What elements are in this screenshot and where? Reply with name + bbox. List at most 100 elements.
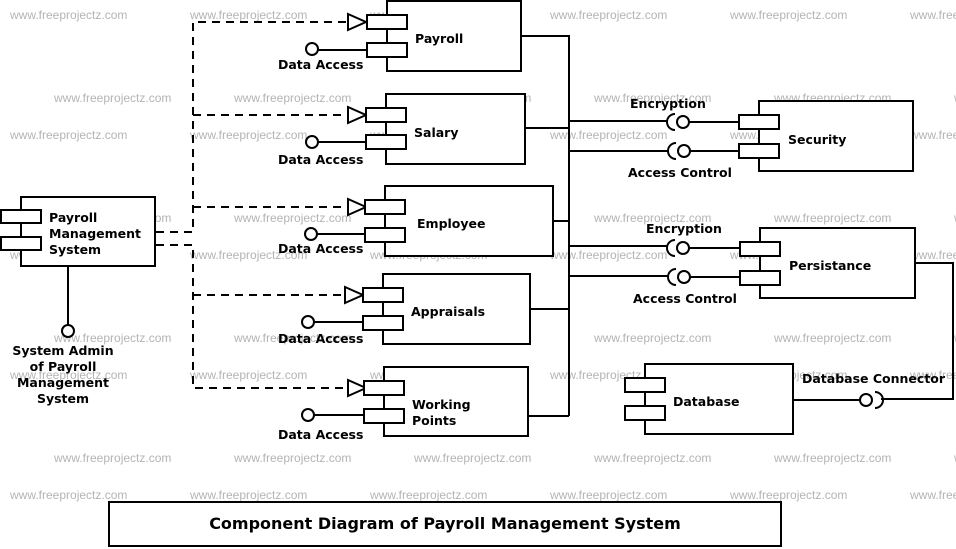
interface-label-access-control: Access Control <box>633 291 737 306</box>
watermark-text: www.freeprojectz.com <box>773 211 891 225</box>
component-port <box>739 241 781 257</box>
watermark-text: www.freeprojectz.com <box>593 451 711 465</box>
provided-interface-icon <box>301 408 315 422</box>
component-port <box>364 227 406 243</box>
watermark-text: www.freeprojectz.com <box>189 8 307 22</box>
interface-label-access-control: Access Control <box>628 165 732 180</box>
watermark-text: www.freeprojectz.com <box>9 128 127 142</box>
component-port <box>738 143 780 159</box>
component-label: Persistance <box>789 258 871 273</box>
component-port <box>624 405 666 421</box>
watermark-text: www.freeprojectz.com <box>729 488 847 502</box>
watermark-text: www.freeprojectz.com <box>189 368 307 382</box>
watermark-text: www.freeprojectz.com <box>549 248 667 262</box>
realization-arrow-icon <box>344 285 366 305</box>
watermark-text: www.freeprojectz.com <box>909 128 956 142</box>
watermark-text: www.freeprojectz.com <box>593 331 711 345</box>
component-label: Security <box>788 132 846 147</box>
watermark-text: www.freeprojectz.com <box>9 488 127 502</box>
component-port <box>363 380 405 396</box>
provided-interface-icon <box>301 315 315 329</box>
component-label: Salary <box>414 125 458 140</box>
required-interface-icon <box>666 113 676 131</box>
component-label: Payroll <box>415 31 463 46</box>
component-port <box>362 287 404 303</box>
interface-label-data-access: Data Access <box>278 152 363 167</box>
provided-interface-icon <box>61 324 75 338</box>
component-label: Points <box>412 413 456 428</box>
interface-label-database-connector: Database Connector <box>802 371 946 386</box>
watermark-text: www.freeprojectz.com <box>773 331 891 345</box>
component-label: Working <box>412 397 471 412</box>
watermark-text: www.freeprojectz.com <box>9 8 127 22</box>
component-employee[interactable]: Employee <box>364 185 554 257</box>
component-port <box>624 377 666 393</box>
component-port <box>362 315 404 331</box>
diagram-title: Component Diagram of Payroll Management … <box>209 514 681 533</box>
required-interface-icon <box>667 142 677 160</box>
component-port <box>738 114 780 130</box>
component-port <box>366 42 408 58</box>
watermark-text: www.freeprojectz.com <box>909 8 956 22</box>
watermark-text: www.freeprojectz.com <box>549 488 667 502</box>
component-appraisals[interactable]: Appraisals <box>362 273 531 345</box>
component-payroll-management-system[interactable]: Payroll Management System <box>0 196 156 267</box>
component-working-points[interactable]: Working Points <box>363 366 529 437</box>
interface-label-data-access: Data Access <box>278 57 363 72</box>
component-label: Employee <box>417 216 486 231</box>
svg-text:System: System <box>37 391 89 406</box>
component-port <box>365 107 407 123</box>
svg-text:System Admin: System Admin <box>12 343 113 358</box>
interface-label-system-admin: System Admin of Payroll Management Syste… <box>12 343 113 406</box>
component-port <box>366 14 408 30</box>
watermark-text: www.freeprojectz.com <box>729 8 847 22</box>
component-port <box>364 199 406 215</box>
watermark-text: www.freeprojectz.com <box>233 211 351 225</box>
component-label: Appraisals <box>411 304 485 319</box>
watermark-text: www.freeprojectz.com <box>549 128 667 142</box>
dependency-working-points <box>156 244 348 389</box>
component-label: System <box>49 242 101 257</box>
interface-label-encryption: Encryption <box>646 221 722 236</box>
watermark-text: www.freeprojectz.com <box>53 451 171 465</box>
required-interface-icon <box>667 268 677 286</box>
provided-interface-icon <box>677 270 691 284</box>
component-port <box>363 408 405 424</box>
component-database[interactable]: Database <box>624 363 794 435</box>
component-label: Management <box>49 226 141 241</box>
component-port <box>365 134 407 150</box>
component-label: Database <box>673 394 740 409</box>
watermark-text: www.freeprojectz.com <box>189 128 307 142</box>
provided-interface-icon <box>859 393 873 407</box>
component-port <box>0 209 42 224</box>
provided-interface-icon <box>676 241 690 255</box>
provided-interface-icon <box>676 115 690 129</box>
watermark-text: www.freeprojectz.com <box>549 8 667 22</box>
watermark-text: www.freeprojectz.com <box>909 248 956 262</box>
interface-label-encryption: Encryption <box>630 96 706 111</box>
dependency-payroll <box>156 21 348 233</box>
watermark-text: www.freeprojectz.com <box>233 451 351 465</box>
component-salary[interactable]: Salary <box>365 93 526 165</box>
interface-label-data-access: Data Access <box>278 331 363 346</box>
component-payroll[interactable]: Payroll <box>366 0 522 72</box>
realization-arrow-icon <box>347 12 369 32</box>
watermark-text: www.freeprojectz.com <box>413 451 531 465</box>
component-diagram: www.freeprojectz.com www.freeprojectz.com… <box>0 0 956 547</box>
svg-text:Management: Management <box>17 375 109 390</box>
watermark-text: www.freeprojectz.com <box>369 488 487 502</box>
watermark-text: www.freeprojectz.com <box>189 488 307 502</box>
svg-text:of Payroll: of Payroll <box>30 359 97 374</box>
watermark-text: www.freeprojectz.com <box>773 451 891 465</box>
component-label: Payroll <box>49 210 97 225</box>
component-persistance[interactable]: Persistance <box>739 227 916 299</box>
provided-interface-icon <box>305 42 319 56</box>
provided-interface-icon <box>304 227 318 241</box>
interface-label-data-access: Data Access <box>278 241 363 256</box>
component-security[interactable]: Security <box>738 100 914 172</box>
watermark-text: www.freeprojectz.com <box>53 91 171 105</box>
component-port <box>0 236 42 251</box>
interface-label-data-access: Data Access <box>278 427 363 442</box>
realization-arrow-icon <box>347 105 369 125</box>
required-interface-icon <box>666 239 676 257</box>
